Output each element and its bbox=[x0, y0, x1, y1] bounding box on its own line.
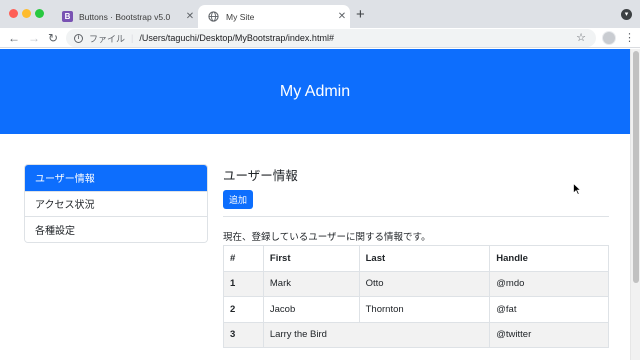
divider bbox=[223, 216, 609, 217]
page-scrollbar[interactable] bbox=[630, 49, 640, 360]
minimize-window-button[interactable] bbox=[22, 9, 31, 18]
back-button[interactable]: ← bbox=[8, 30, 20, 46]
table-cell: @mdo bbox=[489, 270, 609, 297]
column-header: Handle bbox=[489, 245, 609, 272]
globe-icon bbox=[208, 11, 219, 22]
table-cell: @fat bbox=[489, 296, 609, 323]
page-title: ユーザー情報 bbox=[223, 169, 298, 183]
table-cell: @twitter bbox=[489, 321, 609, 348]
table-cell: Larry the Bird bbox=[262, 321, 491, 348]
browser-menu-icon[interactable]: ⋮ bbox=[624, 31, 635, 45]
table-cell: Otto bbox=[358, 270, 491, 297]
browser-toolbar: ← → ↻ i ファイル | /Users/taguchi/Desktop/My… bbox=[0, 28, 640, 48]
profile-avatar[interactable] bbox=[602, 31, 616, 45]
url-separator: | bbox=[131, 33, 134, 43]
bookmark-star-icon[interactable]: ☆ bbox=[576, 31, 586, 44]
bootstrap-favicon-icon: B bbox=[62, 11, 73, 22]
browser-tabstrip: B Buttons · Bootstrap v5.0 ✕ My Site ✕ +… bbox=[0, 0, 640, 28]
users-table: # First Last Handle 1 Mark Otto @mdo 2 J… bbox=[223, 245, 609, 348]
tab-my-site[interactable]: My Site ✕ bbox=[198, 5, 350, 28]
table-cell: Mark bbox=[262, 270, 360, 297]
table-cell: 1 bbox=[223, 270, 264, 297]
address-bar[interactable]: i ファイル | /Users/taguchi/Desktop/MyBootst… bbox=[66, 29, 596, 47]
main-content: ユーザー情報 追加 現在、登録しているユーザーに関する情報です。 bbox=[223, 161, 609, 243]
page-viewport: My Admin ユーザー情報 アクセス状況 各種設定 ユーザー情報 追加 現在… bbox=[0, 49, 630, 360]
tab-title: My Site bbox=[226, 11, 255, 22]
brand-title: My Admin bbox=[279, 82, 351, 100]
sidebar-item-settings[interactable]: 各種設定 bbox=[25, 216, 207, 242]
add-button[interactable]: 追加 bbox=[223, 190, 254, 209]
table-cell: Jacob bbox=[262, 296, 360, 323]
column-header: First bbox=[262, 245, 360, 272]
tab-title: Buttons · Bootstrap v5.0 bbox=[79, 11, 171, 22]
sidebar-list-group: ユーザー情報 アクセス状況 各種設定 bbox=[24, 164, 208, 243]
header-banner: My Admin bbox=[0, 49, 630, 134]
forward-button[interactable]: → bbox=[28, 30, 40, 46]
sidebar-item-access-status[interactable]: アクセス状況 bbox=[25, 190, 207, 216]
table-header-row: # First Last Handle bbox=[223, 245, 609, 272]
close-tab-icon[interactable]: ✕ bbox=[182, 11, 198, 22]
column-header: Last bbox=[358, 245, 491, 272]
tab-search-chevron-icon[interactable]: ▾ bbox=[621, 9, 632, 20]
close-window-button[interactable] bbox=[9, 9, 18, 18]
new-tab-button[interactable]: + bbox=[356, 7, 365, 23]
maximize-window-button[interactable] bbox=[35, 9, 44, 18]
table-cell: 2 bbox=[223, 296, 264, 323]
table-row: 3 Larry the Bird @twitter bbox=[223, 321, 609, 348]
table-cell: 3 bbox=[223, 321, 264, 348]
info-icon[interactable]: i bbox=[74, 33, 83, 43]
table-row: 2 Jacob Thornton @fat bbox=[223, 296, 609, 323]
column-header: # bbox=[223, 245, 264, 272]
url-scheme-label: ファイル bbox=[89, 33, 126, 44]
url-text[interactable]: /Users/taguchi/Desktop/MyBootstrap/index… bbox=[139, 33, 334, 43]
tab-bootstrap-buttons[interactable]: B Buttons · Bootstrap v5.0 ✕ bbox=[54, 5, 198, 28]
mouse-cursor-icon bbox=[573, 183, 581, 195]
table-cell: Thornton bbox=[358, 296, 491, 323]
scrollbar-thumb[interactable] bbox=[633, 51, 639, 283]
description-text: 現在、登録しているユーザーに関する情報です。 bbox=[223, 232, 431, 243]
close-tab-icon[interactable]: ✕ bbox=[334, 11, 350, 22]
table-row: 1 Mark Otto @mdo bbox=[223, 270, 609, 297]
sidebar-item-user-info[interactable]: ユーザー情報 bbox=[25, 165, 207, 191]
reload-button[interactable]: ↻ bbox=[48, 30, 58, 46]
